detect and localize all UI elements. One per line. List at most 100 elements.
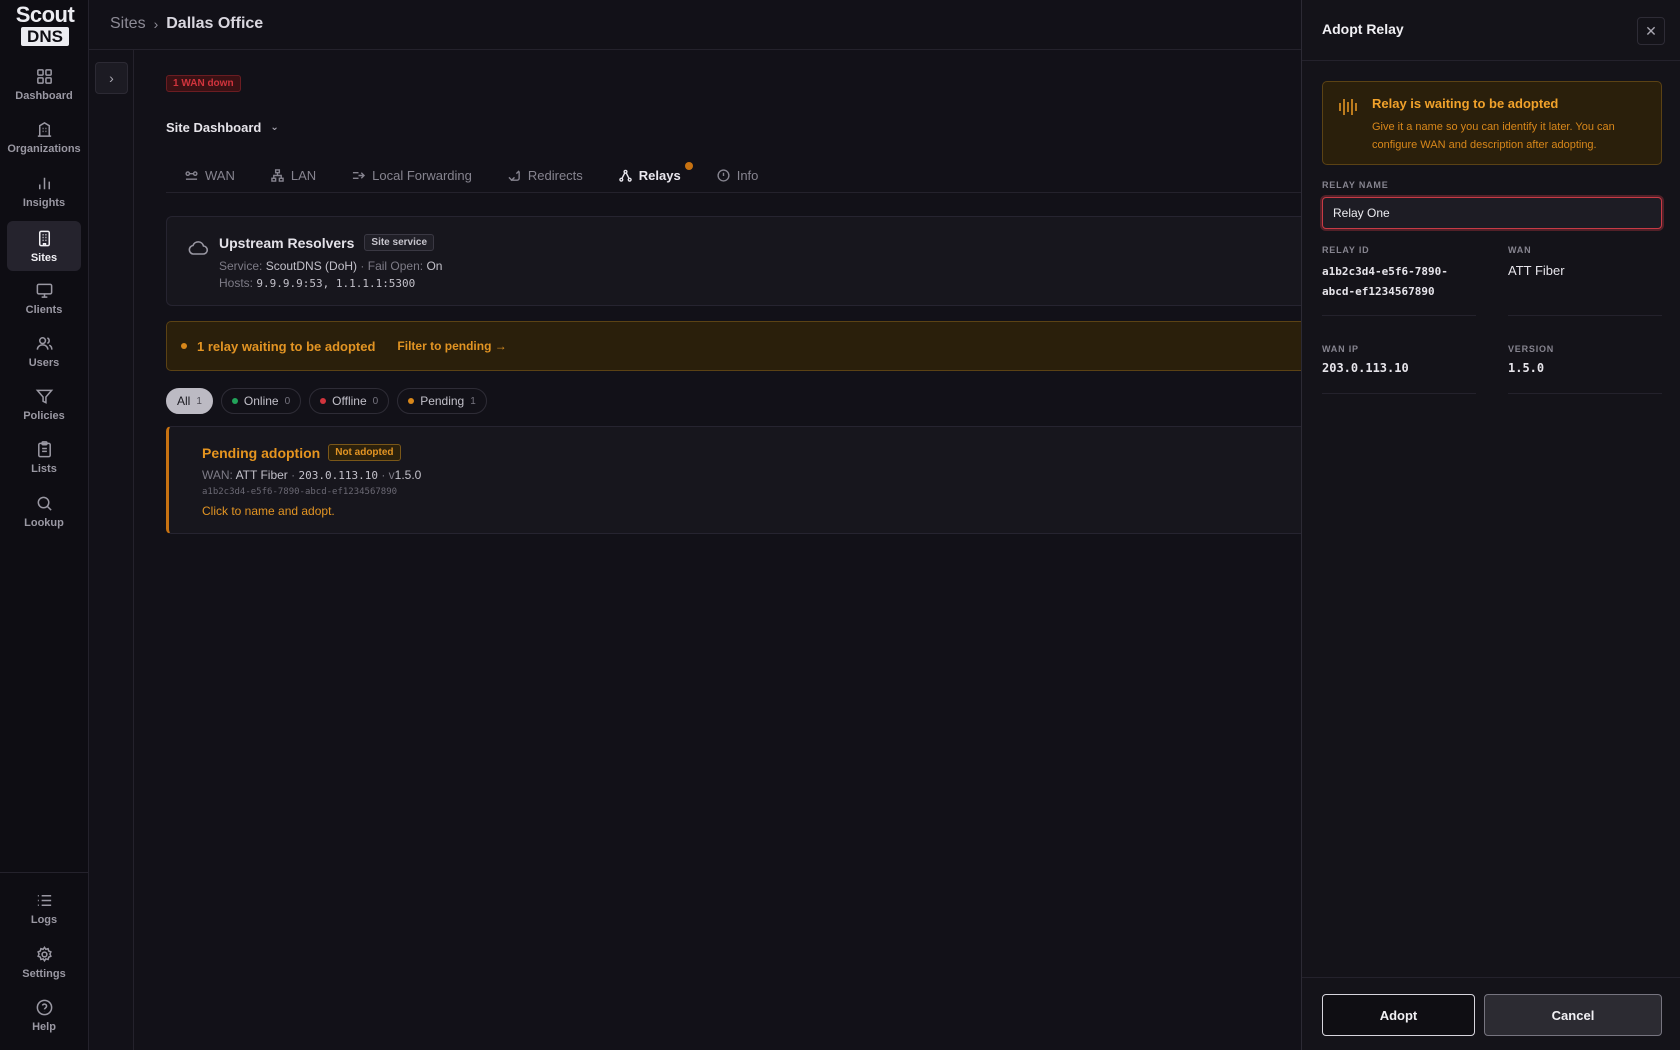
filter-chip-online[interactable]: Online 0: [220, 388, 302, 414]
sidebar-item-insights[interactable]: Insights: [7, 166, 81, 216]
filter-chip-all[interactable]: All 1: [166, 388, 213, 414]
version-label: VERSION: [1508, 344, 1555, 354]
page-title: Dallas Office: [166, 15, 264, 32]
relay-filter-chips: All 1 Online 0 Offline 0 Pending 1: [166, 388, 487, 414]
sidebar-item-lookup[interactable]: Lookup: [7, 486, 81, 536]
filter-to-pending-link[interactable]: Filter to pending →: [397, 339, 506, 353]
relay-name-input[interactable]: [1322, 197, 1662, 229]
tab-local-forwarding[interactable]: Local Forwarding: [334, 158, 490, 192]
relay-card-hint: Click to name and adopt.: [202, 504, 335, 518]
wan-icon: [185, 170, 198, 180]
sidebar-item-sites[interactable]: Sites: [7, 221, 81, 271]
relay-id: a1b2c3d4-e5f6-7890-abcd-ef1234567890: [202, 487, 398, 497]
scoutdns-logo[interactable]: Scout DNS: [15, 4, 75, 47]
dropdown-label: Site Dashboard: [166, 120, 262, 135]
sidebar-item-dashboard[interactable]: Dashboard: [7, 59, 81, 109]
relay-id-line2: abcd-ef1234567890: [1322, 285, 1435, 298]
relay-id-line1: a1b2c3d4-e5f6-7890-: [1322, 265, 1448, 278]
relay-card-details: WAN: ATT Fiber · 203.0.113.10 · v1.5.0: [202, 468, 421, 482]
pending-indicator-dot: [684, 162, 693, 170]
adoption-notice: Relay is waiting to be adopted Give it a…: [1322, 81, 1662, 165]
tab-label: Info: [736, 167, 759, 183]
sidebar-item-label: Organizations: [7, 142, 81, 155]
not-adopted-badge: Not adopted: [328, 444, 401, 461]
sidebar-item-users[interactable]: Users: [7, 326, 81, 376]
panel-title: Adopt Relay: [1322, 21, 1404, 37]
redirect-icon: [508, 169, 520, 181]
chip-count: 1: [196, 395, 202, 407]
sidebar-item-help[interactable]: Help: [7, 990, 81, 1040]
sidebar-item-label: Users: [28, 356, 60, 369]
breadcrumb-sites-link[interactable]: Sites: [110, 15, 146, 33]
site-tabs: WAN LAN Local Forwarding Redirects Relay…: [166, 158, 1301, 193]
chevron-down-icon: ⌄: [270, 122, 279, 133]
sidebar-item-clients[interactable]: Clients: [7, 273, 81, 323]
sidebar-item-label: Settings: [22, 967, 66, 980]
relay-icon: [619, 169, 632, 182]
secondary-column: ›: [89, 50, 134, 1050]
building-icon: [37, 121, 51, 137]
sidebar-item-organizations[interactable]: Organizations: [7, 112, 81, 162]
hosts-label: Hosts:: [219, 276, 254, 290]
notice-title: Relay is waiting to be adopted: [1372, 96, 1559, 111]
cancel-button[interactable]: Cancel: [1484, 994, 1662, 1036]
monitor-icon: [36, 283, 52, 298]
upstream-hosts-line: Hosts: 9.9.9.9:53, 1.1.1.1:5300: [219, 276, 415, 290]
filter-icon: [35, 389, 53, 404]
version-value: 1.5.0: [1508, 361, 1545, 375]
pending-status-dot: [408, 398, 415, 404]
tab-label: LAN: [290, 167, 317, 183]
top-bar: Sites › Dallas Office: [89, 0, 1301, 50]
sidebar: Scout DNS Dashboard Organizations Insigh…: [0, 0, 89, 1050]
hosts-value: 9.9.9.9:53, 1.1.1.1:5300: [256, 277, 416, 290]
sidebar-item-settings[interactable]: Settings: [7, 937, 81, 987]
tab-redirects[interactable]: Redirects: [490, 158, 601, 192]
tab-lan[interactable]: LAN: [253, 158, 334, 192]
info-icon: [717, 168, 730, 182]
wan-ip-value: 203.0.113.10: [1322, 361, 1409, 375]
divider: [1508, 315, 1662, 316]
pending-relays-banner: 1 relay waiting to be adopted Filter to …: [166, 321, 1301, 371]
site-dashboard-dropdown[interactable]: Site Dashboard ⌄: [166, 120, 279, 135]
filter-chip-pending[interactable]: Pending 1: [397, 388, 487, 414]
pending-relay-card[interactable]: Pending adoption Not adopted WAN: ATT Fi…: [166, 426, 1301, 534]
chip-label: All: [177, 394, 191, 408]
separator: ·: [291, 468, 296, 482]
wan-field-value: ATT Fiber: [1508, 263, 1565, 278]
sidebar-item-policies[interactable]: Policies: [7, 379, 81, 429]
tab-relays[interactable]: Relays: [601, 158, 699, 192]
users-icon: [36, 336, 53, 350]
close-panel-button[interactable]: ✕: [1637, 17, 1665, 45]
tab-label: WAN: [205, 167, 235, 183]
sidebar-item-logs[interactable]: Logs: [7, 883, 81, 933]
expand-sidebar-button[interactable]: ›: [95, 62, 128, 94]
panel-footer: Adopt Cancel: [1302, 977, 1680, 1050]
filter-chip-offline[interactable]: Offline 0: [309, 388, 390, 414]
notice-text: Give it a name so you can identify it la…: [1372, 121, 1615, 151]
site-building-icon: [38, 230, 50, 246]
list-icon: [37, 894, 51, 906]
tab-label: Local Forwarding: [372, 167, 472, 183]
tab-info[interactable]: Info: [699, 158, 777, 192]
service-label: Service:: [219, 259, 263, 273]
tab-wan[interactable]: WAN: [166, 158, 253, 192]
offline-status-dot: [320, 398, 327, 404]
forward-icon: [353, 171, 366, 179]
adopt-button[interactable]: Adopt: [1322, 994, 1475, 1036]
main-content: 1 WAN down Site Dashboard ⌄ WAN LAN Loca…: [166, 50, 1301, 1050]
sidebar-item-label: Insights: [22, 196, 66, 209]
upstream-title: Upstream Resolvers: [219, 234, 355, 251]
sidebar-item-label: Help: [32, 1020, 56, 1033]
relay-version: 1.5.0: [394, 468, 422, 482]
chip-label: Pending: [420, 394, 465, 408]
sidebar-item-label: Sites: [30, 251, 58, 264]
divider: [1322, 315, 1476, 316]
upstream-resolvers-card[interactable]: Upstream Resolvers Site service Service:…: [166, 216, 1301, 306]
sidebar-item-lists[interactable]: Lists: [7, 432, 81, 482]
waveform-icon: [1339, 99, 1357, 115]
grid-icon: [36, 68, 52, 84]
online-status-dot: [231, 398, 238, 404]
search-icon: [37, 496, 52, 511]
network-icon: [271, 168, 284, 182]
sidebar-item-label: Logs: [30, 913, 58, 926]
